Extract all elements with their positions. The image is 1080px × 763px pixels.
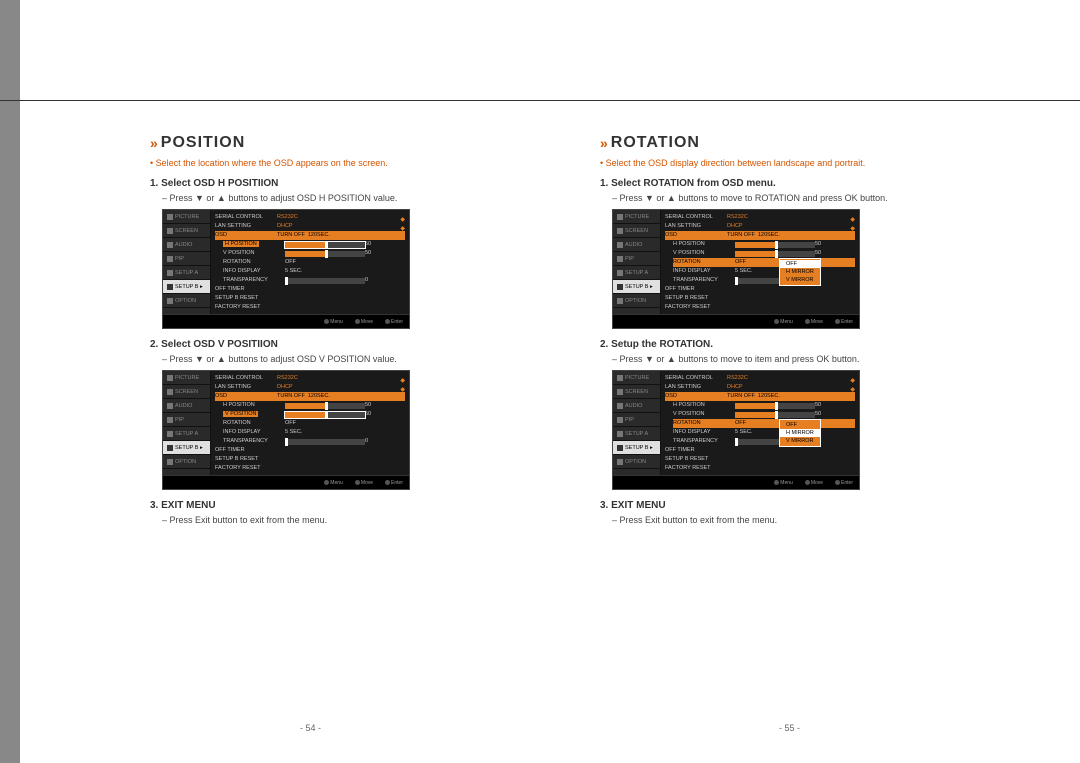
step-desc: Press ▼ or ▲ buttons to adjust OSD H POS… [162, 193, 540, 203]
step-desc: Press ▼ or ▲ buttons to adjust OSD V POS… [162, 354, 540, 364]
step-desc: Press Exit button to exit from the menu. [162, 515, 540, 525]
left-column: » POSITION Select the location where the… [150, 134, 540, 535]
page-number-left: - 54 - [300, 723, 321, 733]
section-subtitle: Select the OSD display direction between… [600, 158, 990, 168]
osd-screenshot-hpos: PICTURESCREENAUDIOPIPSETUP ASETUP B ▸OPT… [162, 209, 410, 329]
title-text: POSITION [161, 134, 245, 152]
section-title-position: » POSITION [150, 134, 540, 152]
step-head: 3. EXIT MENU [600, 500, 990, 511]
step-2r: 2. Setup the ROTATION. Press ▼ or ▲ butt… [600, 339, 990, 490]
step-head: 1. Select OSD H POSITIION [150, 178, 540, 189]
chevron-icon: » [150, 135, 155, 151]
step-desc: Press Exit button to exit from the menu. [612, 515, 990, 525]
section-title-rotation: » ROTATION [600, 134, 990, 152]
step-head: 1. Select ROTATION from OSD menu. [600, 178, 990, 189]
osd-screenshot-rotation: PICTURESCREENAUDIOPIPSETUP ASETUP B ▸OPT… [612, 209, 860, 329]
osd-screenshot-vpos: PICTURESCREENAUDIOPIPSETUP ASETUP B ▸OPT… [162, 370, 410, 490]
step-desc: Press ▼ or ▲ buttons to move to item and… [612, 354, 990, 364]
divider [0, 100, 1080, 101]
manual-page: » POSITION Select the location where the… [0, 0, 1080, 763]
chevron-icon: » [600, 135, 605, 151]
section-subtitle: Select the location where the OSD appear… [150, 158, 540, 168]
step-1: 1. Select OSD H POSITIION Press ▼ or ▲ b… [150, 178, 540, 329]
step-2: 2. Select OSD V POSITIION Press ▼ or ▲ b… [150, 339, 540, 490]
step-head: 2. Select OSD V POSITIION [150, 339, 540, 350]
page-number-right: - 55 - [779, 723, 800, 733]
right-column: » ROTATION Select the OSD display direct… [600, 134, 990, 535]
step-head: 2. Setup the ROTATION. [600, 339, 990, 350]
osd-screenshot-rotation-dd: PICTURESCREENAUDIOPIPSETUP ASETUP B ▸OPT… [612, 370, 860, 490]
step-head: 3. EXIT MENU [150, 500, 540, 511]
step-1r: 1. Select ROTATION from OSD menu. Press … [600, 178, 990, 329]
step-desc: Press ▼ or ▲ buttons to move to ROTATION… [612, 193, 990, 203]
title-text: ROTATION [611, 134, 700, 152]
step-3: 3. EXIT MENU Press Exit button to exit f… [150, 500, 540, 525]
content: » POSITION Select the location where the… [20, 0, 1080, 535]
step-3r: 3. EXIT MENU Press Exit button to exit f… [600, 500, 990, 525]
